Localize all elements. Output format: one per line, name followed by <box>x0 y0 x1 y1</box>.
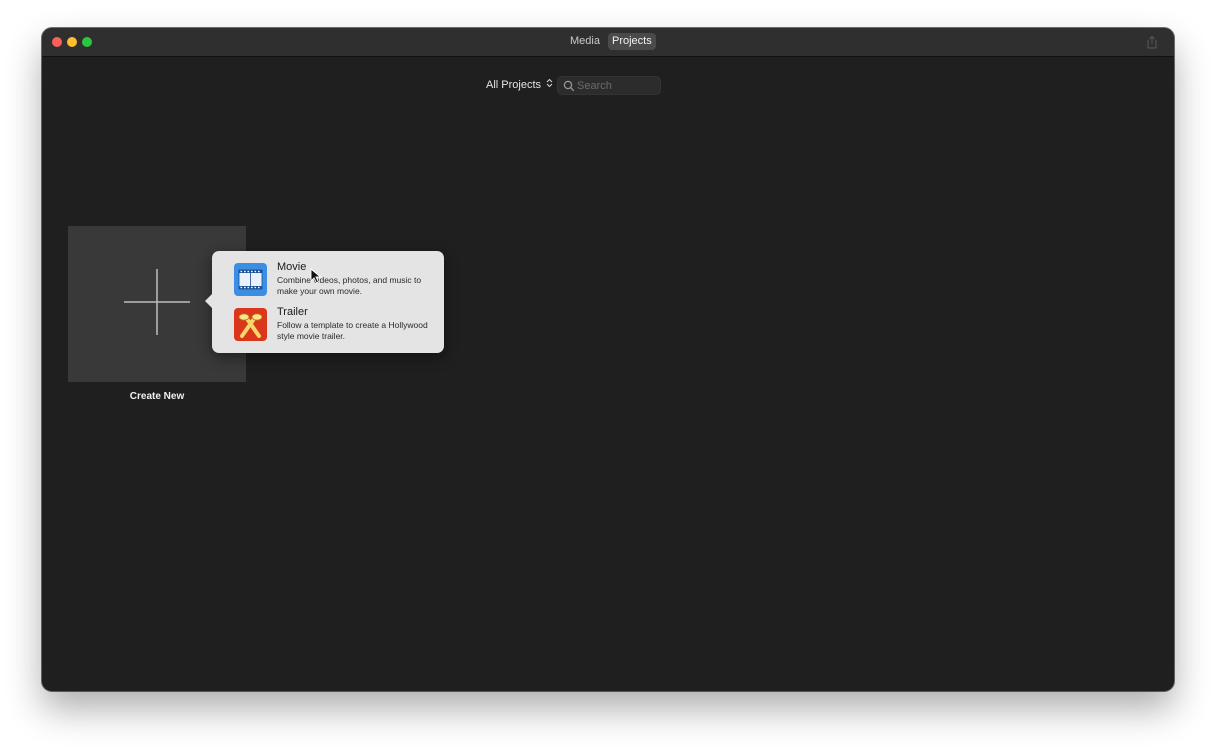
plus-icon <box>124 269 190 335</box>
mouse-pointer-icon <box>310 268 322 284</box>
movie-film-icon <box>234 263 267 296</box>
trailer-spotlight-icon <box>234 308 267 341</box>
close-window-button[interactable] <box>52 37 62 47</box>
search-input[interactable] <box>577 77 655 94</box>
search-icon <box>563 79 575 92</box>
imovie-window: Media Projects All Projects Search Creat… <box>42 28 1174 691</box>
title-bar: Media Projects <box>42 28 1174 57</box>
create-new-popover: Movie Combine videos, photos, and music … <box>205 251 444 353</box>
all-projects-filter[interactable]: All Projects <box>486 77 553 93</box>
search-field[interactable] <box>557 76 661 95</box>
maximize-window-button[interactable] <box>82 37 92 47</box>
trailer-option[interactable]: Trailer Follow a template to create a Ho… <box>212 306 444 348</box>
tab-projects[interactable]: Projects <box>608 33 656 50</box>
minimize-window-button[interactable] <box>67 37 77 47</box>
create-new-label: Create New <box>129 391 185 402</box>
popover-arrow <box>205 294 212 308</box>
movie-option[interactable]: Movie Combine videos, photos, and music … <box>212 261 444 303</box>
up-down-chevron-icon <box>546 77 553 93</box>
trailer-option-title: Trailer <box>277 306 308 318</box>
movie-option-title: Movie <box>277 261 307 273</box>
movie-option-description: Combine videos, photos, and music to mak… <box>277 275 422 296</box>
tab-media[interactable]: Media <box>566 33 604 50</box>
share-icon[interactable] <box>1145 35 1159 49</box>
filter-label: All Projects <box>486 79 542 91</box>
trailer-option-description: Follow a template to create a Hollywood … <box>277 320 428 341</box>
